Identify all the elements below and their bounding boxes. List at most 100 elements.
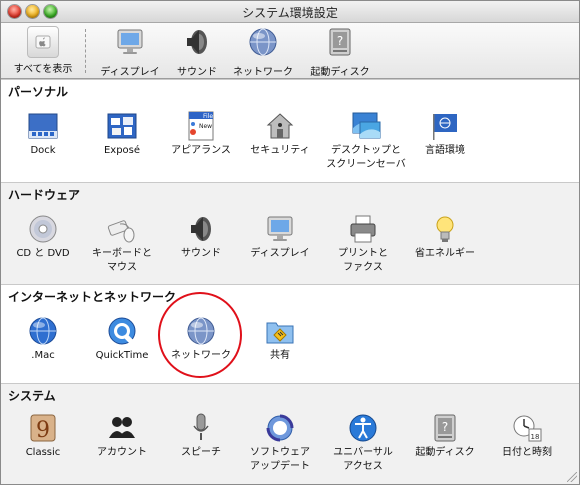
pane-displays[interactable]: ディスプレイ xyxy=(238,213,322,261)
pane-print-fax[interactable]: プリントと ファクス xyxy=(321,213,405,275)
section-title: パーソナル xyxy=(8,85,69,99)
toolbar-label: ネットワーク xyxy=(233,67,293,78)
users-icon xyxy=(109,417,135,438)
pane-label: Dock xyxy=(30,145,56,156)
system-preferences-window: システム環境設定 すべてを表示 ディスプレイ サウンド ネットワーク ? 起動デ… xyxy=(0,0,580,485)
pane-energy-saver[interactable]: 省エネルギー xyxy=(403,213,487,261)
dotmac-globe-icon xyxy=(29,317,57,345)
pane-classic[interactable]: 9 Classic xyxy=(1,412,85,460)
toolbar-label: サウンド xyxy=(177,67,217,78)
pane-label: スピーチ xyxy=(181,447,221,458)
pane-expose[interactable]: Exposé xyxy=(80,110,164,158)
pane-label: セキュリティ xyxy=(250,145,310,156)
pane-label: 言語環境 xyxy=(425,145,465,156)
section-title: ハードウェア xyxy=(8,188,81,202)
pane-sound[interactable]: サウンド xyxy=(159,213,243,261)
display-icon xyxy=(117,29,143,54)
appearance-menu-icon: File New xyxy=(188,111,214,141)
pane-date-time[interactable]: 18 日付と時刻 xyxy=(485,412,569,460)
pane-label: ディスプレイ xyxy=(250,248,310,259)
toolbar: すべてを表示 ディスプレイ サウンド ネットワーク ? 起動ディスク xyxy=(1,23,579,79)
pane-label: デスクトップと スクリーンセーバ xyxy=(326,145,406,170)
highlight-circle xyxy=(158,292,242,378)
pane-label: プリントと ファクス xyxy=(338,248,388,273)
pane-label: ユニバーサル アクセス xyxy=(333,447,393,472)
section-title: インターネットとネットワーク xyxy=(8,290,177,304)
toolbar-label: ディスプレイ xyxy=(100,67,160,78)
svg-text:File: File xyxy=(203,113,213,120)
speaker-icon xyxy=(187,30,207,54)
lightbulb-icon xyxy=(436,216,454,242)
pane-label: CD と DVD xyxy=(16,248,70,259)
toolbar-label: 起動ディスク xyxy=(310,67,370,78)
pane-security[interactable]: セキュリティ xyxy=(238,110,322,158)
section-hardware: ハードウェア CD と DVD キーボードと マウス サウンド ディスプレイ プ… xyxy=(1,182,579,284)
pane-label: サウンド xyxy=(181,248,221,259)
pane-appearance[interactable]: File New アピアランス xyxy=(159,110,243,158)
pane-universal-access[interactable]: ユニバーサル アクセス xyxy=(321,412,405,474)
svg-text:9: 9 xyxy=(36,418,50,443)
pane-label: .Mac xyxy=(31,350,55,361)
house-icon xyxy=(266,113,294,139)
accessibility-icon xyxy=(349,414,377,442)
pane-label: QuickTime xyxy=(95,350,149,361)
classic-nine-icon: 9 xyxy=(30,414,56,443)
disc-icon xyxy=(29,215,57,243)
section-title: システム xyxy=(8,389,56,403)
title-bar[interactable]: システム環境設定 xyxy=(1,1,579,23)
pane-speech[interactable]: スピーチ xyxy=(159,412,243,460)
pane-label: 共有 xyxy=(270,350,290,361)
desktop-icon xyxy=(352,112,381,139)
quicktime-icon xyxy=(108,317,136,345)
globe-icon xyxy=(249,28,277,56)
grid-icon xyxy=(27,26,59,58)
resize-handle[interactable] xyxy=(567,472,577,482)
speaker-icon xyxy=(191,217,211,241)
display-icon xyxy=(267,216,293,241)
pane-label: 起動ディスク xyxy=(415,447,475,458)
pane-cd-dvd[interactable]: CD と DVD xyxy=(1,213,85,261)
svg-text:?: ? xyxy=(337,34,343,48)
pane-startup-disk[interactable]: ? 起動ディスク xyxy=(403,412,487,460)
dock-icon xyxy=(28,113,58,139)
pane-international[interactable]: 言語環境 xyxy=(403,110,487,158)
un-flag-icon xyxy=(433,114,457,140)
pane-dotmac[interactable]: .Mac xyxy=(1,315,85,363)
pane-sharing[interactable]: 共有 xyxy=(238,315,322,363)
toolbar-displays-button[interactable]: ディスプレイ xyxy=(94,26,166,78)
pane-dock[interactable]: Dock xyxy=(1,110,85,158)
keyboard-mouse-icon xyxy=(107,220,135,243)
pane-label: キーボードと マウス xyxy=(92,248,152,273)
toolbar-network-button[interactable]: ネットワーク xyxy=(228,26,298,78)
microphone-icon xyxy=(193,413,209,440)
section-personal: パーソナル Dock Exposé File New アピアランス セキュリティ… xyxy=(1,79,579,182)
pane-label: 日付と時刻 xyxy=(502,447,552,458)
svg-text:18: 18 xyxy=(531,433,540,441)
toolbar-separator xyxy=(85,29,86,73)
software-update-icon xyxy=(266,414,294,442)
pane-label: アピアランス xyxy=(171,145,231,156)
pane-accounts[interactable]: アカウント xyxy=(80,412,164,460)
hard-disk-icon: ? xyxy=(329,28,351,56)
svg-text:?: ? xyxy=(442,420,448,434)
pane-software-update[interactable]: ソフトウェア アップデート xyxy=(238,412,322,474)
hard-disk-icon: ? xyxy=(434,414,456,442)
pane-label: Classic xyxy=(25,447,61,458)
clock-calendar-icon: 18 xyxy=(513,415,542,442)
toolbar-sound-button[interactable]: サウンド xyxy=(167,26,227,78)
pane-label: アカウント xyxy=(97,447,147,458)
pane-label: Exposé xyxy=(103,145,141,156)
window-title: システム環境設定 xyxy=(242,6,338,20)
toolbar-startup-disk-button[interactable]: ? 起動ディスク xyxy=(301,26,379,78)
pane-label: 省エネルギー xyxy=(415,248,475,259)
sharing-folder-icon xyxy=(266,322,294,344)
section-internet-network: インターネットとネットワーク .Mac QuickTime ネットワーク 共有 xyxy=(1,284,579,383)
section-system: システム 9 Classic アカウント スピーチ ソフトウェア アップデート … xyxy=(1,383,579,484)
pane-keyboard-mouse[interactable]: キーボードと マウス xyxy=(80,213,164,275)
show-all-button[interactable]: すべてを表示 xyxy=(5,26,81,75)
pane-desktop-screensaver[interactable]: デスクトップと スクリーンセーバ xyxy=(321,110,411,172)
windows-icon xyxy=(107,113,137,139)
show-all-label: すべてを表示 xyxy=(13,64,73,75)
pane-quicktime[interactable]: QuickTime xyxy=(80,315,164,363)
pane-label: ソフトウェア アップデート xyxy=(250,447,310,472)
